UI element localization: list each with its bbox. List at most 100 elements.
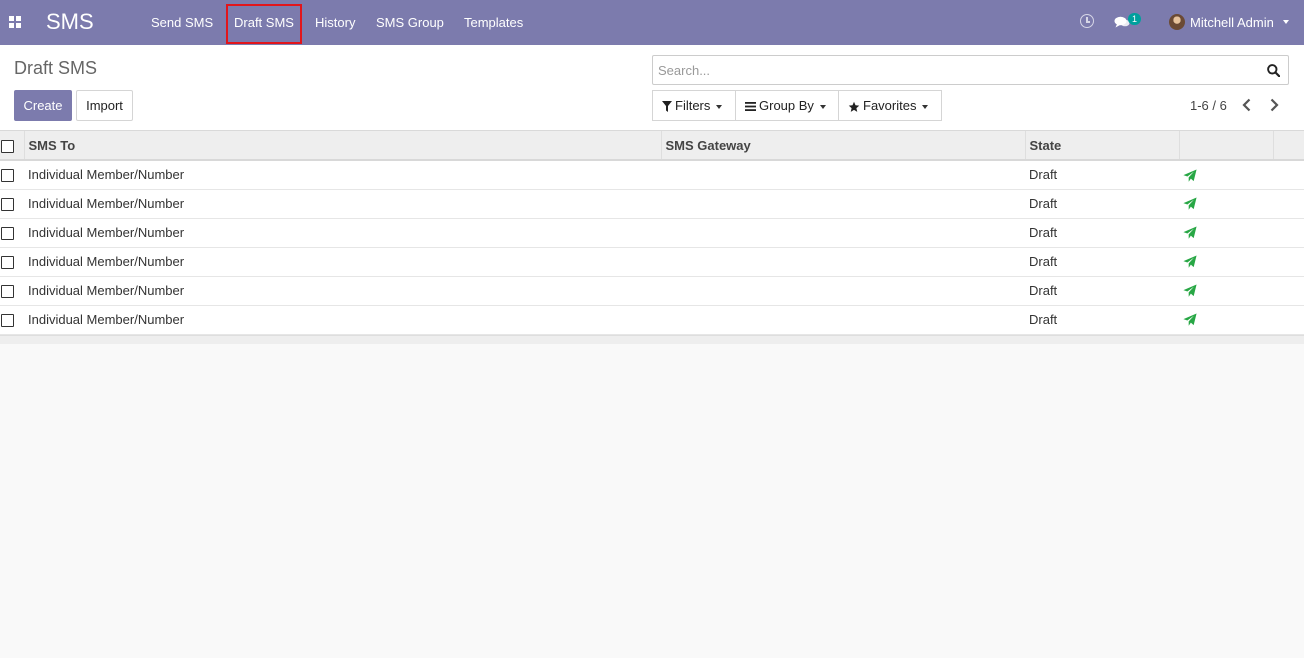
table-footer [0,334,1304,344]
row-select-cell [0,247,24,277]
search-icon[interactable] [1267,64,1280,77]
row-checkbox[interactable] [1,285,14,299]
row-select-cell [0,276,24,306]
pager-next-icon[interactable] [1267,97,1281,113]
cell-sms-to[interactable]: Individual Member/Number [24,160,661,190]
cell-empty [1273,305,1304,335]
cell-sms-to[interactable]: Individual Member/Number [24,305,661,335]
cell-sms-to[interactable]: Individual Member/Number [24,189,661,219]
create-button[interactable]: Create [14,90,72,121]
apps-menu-icon[interactable] [9,16,21,28]
paper-plane-icon[interactable] [1183,197,1197,211]
cell-send-action [1179,247,1273,277]
cell-send-action [1179,276,1273,306]
column-header-optional [1272,131,1304,161]
user-avatar[interactable] [1169,14,1185,30]
menu-send-sms[interactable]: Send SMS [151,15,213,30]
draft-sms-highlight-box [226,4,302,44]
pager-value[interactable]: 1-6 / 6 [1190,98,1227,113]
user-menu-caret-icon[interactable] [1283,20,1289,24]
cell-sms-gateway[interactable] [661,218,1025,248]
favorites-caret-icon [922,104,929,109]
paper-plane-icon[interactable] [1183,226,1197,240]
row-select-cell [0,160,24,190]
cell-state[interactable]: Draft [1025,189,1179,219]
cell-sms-to[interactable]: Individual Member/Number [24,218,661,248]
menu-history[interactable]: History [315,15,355,30]
cell-send-action [1179,305,1273,335]
column-header-actions [1178,131,1273,161]
table-row[interactable]: Individual Member/Number Draft [0,160,1304,190]
cell-send-action [1179,160,1273,190]
row-checkbox[interactable] [1,256,14,270]
table-row[interactable]: Individual Member/Number Draft [0,276,1304,306]
cell-empty [1273,189,1304,219]
cell-empty [1273,160,1304,190]
cell-send-action [1179,189,1273,219]
cell-send-action [1179,218,1273,248]
search-box[interactable] [652,55,1289,85]
table-header-row: SMS To SMS Gateway State [0,131,1304,161]
row-checkbox[interactable] [1,227,14,241]
menu-templates[interactable]: Templates [464,15,523,30]
list-icon [745,102,756,112]
filters-label: Filters [675,98,711,113]
row-select-cell [0,218,24,248]
cell-state[interactable]: Draft [1025,218,1179,248]
cell-sms-gateway[interactable] [661,276,1025,306]
activity-clock-icon[interactable] [1080,14,1094,28]
row-select-cell [0,189,24,219]
favorites-dropdown[interactable]: Favorites [838,90,942,121]
cell-sms-gateway[interactable] [661,247,1025,277]
group-by-dropdown[interactable]: Group By [735,90,839,121]
row-select-cell [0,305,24,335]
cell-empty [1273,276,1304,306]
import-button[interactable]: Import [76,90,133,121]
star-icon [848,101,860,112]
top-navbar: SMS Send SMS Draft SMS History SMS Group… [0,0,1304,45]
cell-state[interactable]: Draft [1025,276,1179,306]
group-by-label: Group By [759,98,814,113]
cell-sms-gateway[interactable] [661,305,1025,335]
select-all-checkbox[interactable] [1,139,14,153]
sms-list-view: SMS To SMS Gateway State Individual Memb… [0,131,1304,344]
search-input[interactable] [658,63,1248,78]
filter-icon [662,101,672,113]
group-by-caret-icon [819,104,826,109]
paper-plane-icon[interactable] [1183,313,1197,327]
row-checkbox[interactable] [1,198,14,212]
column-header-sms-gateway[interactable]: SMS Gateway [660,131,1025,161]
cell-state[interactable]: Draft [1025,305,1179,335]
cell-state[interactable]: Draft [1025,247,1179,277]
paper-plane-icon[interactable] [1183,168,1197,183]
menu-sms-group[interactable]: SMS Group [376,15,444,30]
favorites-label: Favorites [863,98,917,113]
user-menu-name[interactable]: Mitchell Admin [1190,15,1274,30]
column-header-state[interactable]: State [1024,131,1179,161]
chat-count-badge: 1 [1128,13,1141,25]
sms-table: SMS To SMS Gateway State Individual Memb… [0,131,1304,335]
cell-sms-to[interactable]: Individual Member/Number [24,247,661,277]
cell-empty [1273,218,1304,248]
paper-plane-icon[interactable] [1183,284,1197,298]
filters-caret-icon [716,104,723,109]
row-checkbox[interactable] [1,314,14,328]
cell-sms-gateway[interactable] [661,189,1025,219]
control-panel: Draft SMS Create Import Filters Group By… [0,45,1304,131]
pager-previous-icon[interactable] [1240,97,1254,113]
table-row[interactable]: Individual Member/Number Draft [0,189,1304,219]
cell-sms-gateway[interactable] [661,160,1025,190]
filters-dropdown[interactable]: Filters [652,90,736,121]
paper-plane-icon[interactable] [1183,255,1197,269]
column-header-sms-to[interactable]: SMS To [23,131,661,161]
row-checkbox[interactable] [1,169,14,183]
cell-state[interactable]: Draft [1025,160,1179,190]
select-all-cell [0,131,24,161]
cell-sms-to[interactable]: Individual Member/Number [24,276,661,306]
table-row[interactable]: Individual Member/Number Draft [0,305,1304,335]
cell-empty [1273,247,1304,277]
page-title: Draft SMS [14,58,98,78]
table-row[interactable]: Individual Member/Number Draft [0,247,1304,277]
app-brand[interactable]: SMS [46,9,94,35]
table-row[interactable]: Individual Member/Number Draft [0,218,1304,248]
